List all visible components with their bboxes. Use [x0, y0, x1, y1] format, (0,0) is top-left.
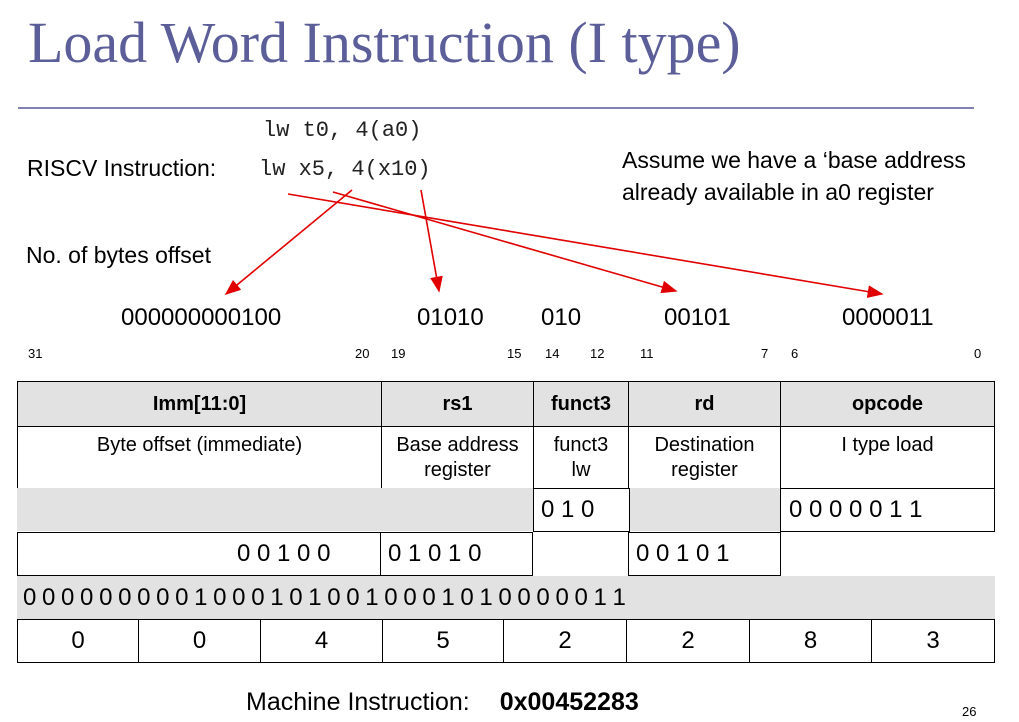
bit-position-11: 11 — [640, 346, 654, 361]
page-number: 26 — [962, 704, 977, 719]
arrow-rs1 — [420, 189, 443, 293]
hex-digit: 2 — [626, 619, 750, 663]
header-rs1: rs1 — [381, 381, 534, 427]
arrow-imm — [224, 189, 353, 296]
opcode-bits: 0 0 0 0 0 1 1 — [789, 496, 923, 523]
hex-digit-row: 0 0 4 5 2 2 8 3 — [17, 619, 995, 663]
rd-bits: 0 0 1 0 1 — [636, 540, 730, 567]
bit-position-0: 0 — [974, 346, 982, 361]
header-opcode: opcode — [780, 381, 995, 427]
bit-position-6: 6 — [791, 346, 799, 361]
bit-position-20: 20 — [355, 346, 370, 361]
imm-bits: 0 0 1 0 0 — [237, 540, 331, 567]
hex-digit: 3 — [871, 619, 995, 663]
bit-position-31: 31 — [28, 346, 43, 361]
desc-funct3: funct3 lw — [533, 426, 629, 492]
format-description-row: Byte offset (immediate) Base address reg… — [17, 426, 995, 492]
bit-position-14: 14 — [545, 346, 560, 361]
desc-imm: Byte offset (immediate) — [17, 426, 382, 492]
machine-instruction: Machine Instruction: 0x00452283 — [246, 688, 639, 717]
arrow-rd — [332, 191, 678, 294]
funct3-field-bits: 010 — [541, 304, 582, 331]
funct3-bits: 0 1 0 — [541, 496, 595, 523]
machine-instruction-label: Machine Instruction: — [246, 688, 470, 716]
machine-instruction-value: 0x00452283 — [499, 688, 639, 716]
desc-opcode: I type load — [780, 426, 995, 492]
bit-position-15: 15 — [507, 346, 522, 361]
imm-field-bits: 000000000100 — [121, 304, 282, 331]
hex-digit-table: 0 0 4 5 2 2 8 3 — [17, 619, 995, 663]
bit-position-19: 19 — [391, 346, 406, 361]
header-funct3: funct3 — [533, 381, 629, 427]
header-imm: Imm[11:0] — [17, 381, 382, 427]
rs1-field-bits: 01010 — [417, 304, 484, 331]
hex-digit: 2 — [503, 619, 627, 663]
bit-position-7: 7 — [761, 346, 769, 361]
hex-digit: 8 — [749, 619, 872, 663]
header-rd: rd — [628, 381, 781, 427]
arrow-opcode — [287, 193, 884, 298]
hex-digit: 4 — [260, 619, 383, 663]
rs1-bits: 0 1 0 1 0 — [388, 540, 482, 567]
desc-rs1: Base address register — [381, 426, 534, 492]
desc-rd: Destination register — [628, 426, 781, 492]
bit-position-12: 12 — [590, 346, 605, 361]
hex-digit: 0 — [138, 619, 261, 663]
full-instruction-bits: 0 0 0 0 0 0 0 0 0 1 0 0 0 1 0 1 0 0 1 0 … — [23, 584, 626, 611]
hex-digit: 5 — [382, 619, 504, 663]
rd-field-bits: 00101 — [664, 304, 731, 331]
instruction-format-table: Imm[11:0] rs1 funct3 rd opcode Byte offs… — [17, 381, 995, 492]
hex-digit: 0 — [17, 619, 139, 663]
opcode-field-bits: 0000011 — [842, 304, 934, 331]
format-header-row: Imm[11:0] rs1 funct3 rd opcode — [17, 381, 995, 427]
